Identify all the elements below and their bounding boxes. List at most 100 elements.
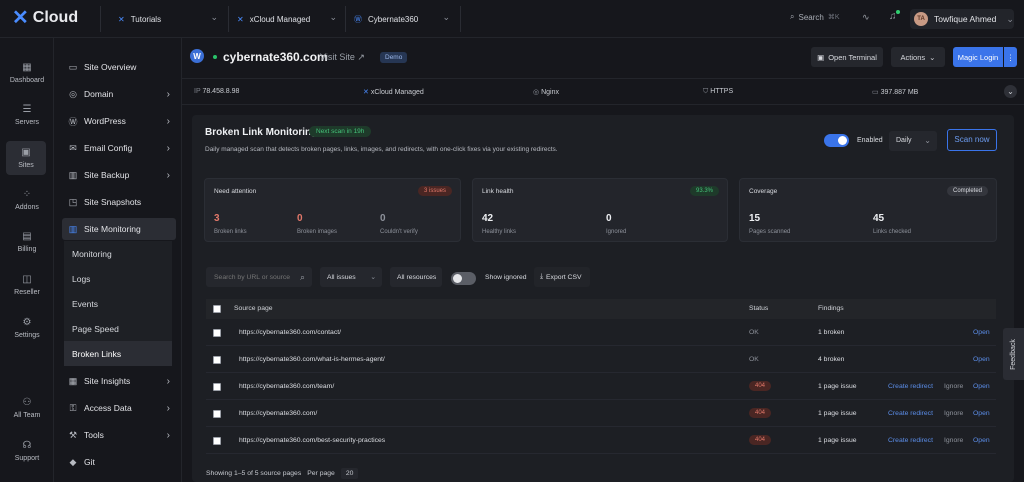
top-bar: ✕ Cloud ✕ Tutorials ⌄ ✕ xCloud Managed ⌄…: [0, 0, 1024, 38]
chevron-right-icon: ›: [166, 402, 170, 414]
subnav-site-monitoring[interactable]: ▥ Site Monitoring: [62, 218, 176, 240]
issues-filter[interactable]: All issues ⌄: [320, 267, 382, 287]
subnav-wordpress[interactable]: Ⓦ WordPress ›: [62, 109, 176, 133]
create-redirect-link[interactable]: Create redirect: [888, 410, 933, 417]
open-link[interactable]: Open: [973, 356, 990, 363]
subnav-tools[interactable]: ⚒ Tools ›: [62, 423, 176, 447]
xcloud-icon: ✕: [118, 14, 125, 24]
activity-icon[interactable]: ∿: [862, 12, 870, 23]
server-selector[interactable]: ✕ xCloud Managed ⌄: [237, 8, 337, 30]
table-row[interactable]: https://cybernate360.com/team/ 404 1 pag…: [206, 373, 996, 400]
nav-reseller[interactable]: ◫ Reseller: [0, 274, 54, 296]
finding-text: 1 broken: [818, 329, 845, 336]
app-logo[interactable]: ✕ Cloud: [12, 8, 78, 28]
table-footer: Showing 1–5 of 5 source pages Per page 2…: [206, 468, 359, 479]
pagination-summary: Showing 1–5 of 5 source pages: [206, 470, 302, 477]
project-selector-label: Tutorials: [130, 14, 162, 24]
subnav-site-overview[interactable]: ▭ Site Overview: [62, 55, 176, 79]
scan-now-button[interactable]: Scan now: [947, 129, 997, 151]
subnav-email-config[interactable]: ✉ Email Config ›: [62, 136, 176, 160]
enabled-toggle[interactable]: [824, 134, 849, 147]
wordpress-icon: W: [190, 49, 204, 63]
project-selector[interactable]: ✕ Tutorials ⌄: [118, 8, 218, 30]
open-link[interactable]: Open: [973, 329, 990, 336]
nav-servers[interactable]: ☰ Servers: [0, 104, 54, 126]
column-header: Findings: [818, 305, 844, 312]
sites-icon: ▣: [21, 147, 31, 158]
site-selector[interactable]: Ⓦ Cybernate360 ⌄: [354, 8, 450, 30]
search-input[interactable]: [214, 273, 294, 281]
row-checkbox[interactable]: [213, 329, 221, 337]
ip-label: IP: [194, 88, 201, 95]
table-row[interactable]: https://cybernate360.com/ 404 1 page iss…: [206, 400, 996, 427]
search-icon: ⌕: [299, 271, 305, 282]
open-terminal-button[interactable]: ▣ Open Terminal: [811, 47, 883, 67]
site-selector-label: Cybernate360: [368, 14, 419, 24]
row-checkbox[interactable]: [213, 437, 221, 445]
backup-icon: ▥: [68, 169, 78, 180]
row-checkbox[interactable]: [213, 410, 221, 418]
ignore-link[interactable]: Ignore: [944, 383, 963, 390]
demo-badge: Demo: [380, 52, 408, 63]
ignore-link[interactable]: Ignore: [944, 437, 963, 444]
healthy-links-count: 42: [482, 213, 494, 224]
open-link[interactable]: Open: [973, 410, 990, 417]
nav-dashboard[interactable]: ▦ Dashboard: [0, 62, 54, 84]
select-all-checkbox[interactable]: [213, 305, 221, 313]
row-checkbox[interactable]: [213, 356, 221, 364]
open-link[interactable]: Open: [973, 383, 990, 390]
feedback-tab[interactable]: Feedback: [1003, 328, 1024, 380]
finding-text: 1 page issue: [818, 410, 857, 417]
page-title: cybernate360.com: [223, 50, 328, 64]
create-redirect-link[interactable]: Create redirect: [888, 437, 933, 444]
nav-all-team[interactable]: ⚇ All Team: [0, 397, 54, 419]
xcloud-icon: ✕: [237, 14, 244, 24]
ignore-link[interactable]: Ignore: [944, 410, 963, 417]
subnav-monitoring[interactable]: Monitoring: [64, 241, 172, 266]
subnav-events[interactable]: Events: [64, 291, 172, 316]
nav-billing[interactable]: ▤ Billing: [0, 231, 54, 253]
subnav-site-snapshots[interactable]: ◳ Site Snapshots: [62, 190, 176, 214]
row-checkbox[interactable]: [213, 383, 221, 391]
resources-filter[interactable]: All resources: [390, 267, 442, 287]
frequency-select[interactable]: Daily ⌄: [889, 131, 937, 151]
subnav-page-speed[interactable]: Page Speed: [64, 316, 172, 341]
open-link[interactable]: Open: [973, 437, 990, 444]
magic-login-more[interactable]: ⋮: [1004, 47, 1017, 67]
subnav-broken-links[interactable]: Broken Links: [64, 341, 172, 366]
chevron-right-icon: ›: [166, 429, 170, 441]
visit-site-link[interactable]: Visit Site ↗: [320, 52, 365, 63]
nav-addons[interactable]: ⁘ Addons: [0, 189, 54, 211]
subnav-domain[interactable]: ◎ Domain ›: [62, 82, 176, 106]
subnav-logs[interactable]: Logs: [64, 266, 172, 291]
nav-support[interactable]: ☊ Support: [0, 440, 54, 462]
broken-link-monitoring-card: Broken Link Monitoring Next scan in 19h …: [192, 115, 1014, 482]
button-label: Magic Login: [957, 52, 999, 62]
export-csv-button[interactable]: ⤓ Export CSV: [534, 267, 590, 287]
search-field[interactable]: ⌕: [206, 267, 312, 287]
per-page-select[interactable]: 20: [340, 468, 359, 479]
subnav-access-data[interactable]: ⚿ Access Data ›: [62, 396, 176, 420]
create-redirect-link[interactable]: Create redirect: [888, 383, 933, 390]
magic-login-button[interactable]: Magic Login: [953, 47, 1003, 67]
chevron-right-icon: ›: [166, 115, 170, 127]
section-title: Broken Link Monitoring: [205, 127, 318, 138]
global-search[interactable]: ⌕ Search ⌘K: [790, 12, 840, 22]
show-ignored-toggle[interactable]: [451, 272, 476, 285]
insights-icon: ▦: [68, 375, 78, 386]
subnav-git[interactable]: ◆ Git: [62, 450, 176, 474]
subnav-site-backup[interactable]: ▥ Site Backup ›: [62, 163, 176, 187]
expand-info-button[interactable]: ⌄: [1004, 85, 1017, 98]
subnav-label: Site Overview: [84, 62, 137, 72]
table-header: Source page Status Findings: [206, 299, 996, 319]
subnav-site-insights[interactable]: ▦ Site Insights ›: [62, 369, 176, 393]
actions-dropdown[interactable]: Actions ⌄: [891, 47, 945, 67]
table-row[interactable]: https://cybernate360.com/what-is-hermes-…: [206, 346, 996, 373]
nav-settings[interactable]: ⚙ Settings: [0, 317, 54, 339]
column-header: Status: [749, 305, 769, 312]
table-row[interactable]: https://cybernate360.com/contact/ OK 1 b…: [206, 319, 996, 346]
key-icon: ⚿: [69, 402, 77, 413]
nav-sites[interactable]: ▣ Sites: [6, 141, 46, 175]
user-menu[interactable]: TA Towfique Ahmed ⌄: [910, 9, 1014, 29]
table-row[interactable]: https://cybernate360.com/best-security-p…: [206, 427, 996, 454]
